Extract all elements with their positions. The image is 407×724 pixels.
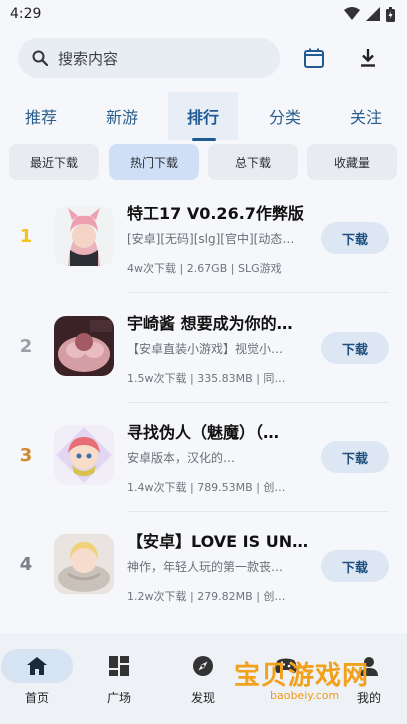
nav-label: 发现 [190, 691, 215, 705]
grid-icon [109, 656, 129, 676]
download-button[interactable]: 下载 [321, 332, 389, 364]
signal-icon [366, 7, 380, 21]
game-thumbnail [54, 425, 114, 485]
filter-recent-downloads[interactable]: 最近下载 [9, 144, 99, 180]
tab-new-games[interactable]: 新游 [87, 92, 157, 140]
nav-icon-wrap [1, 649, 73, 683]
game-description: 神作，年轻人玩的第一款丧… [127, 560, 284, 574]
wifi-icon [344, 7, 360, 20]
divider [127, 292, 389, 293]
game-thumbnail [54, 316, 114, 376]
tab-category[interactable]: 分类 [250, 92, 320, 140]
nav-label: 广场 [106, 691, 131, 705]
home-icon [27, 657, 47, 675]
download-button[interactable]: 下载 [321, 441, 389, 473]
download-button[interactable]: 下载 [321, 222, 389, 254]
tab-recommend[interactable]: 推荐 [6, 92, 76, 140]
game-title[interactable]: 特工17 V0.26.7作弊版 [127, 200, 312, 224]
calendar-icon [304, 48, 324, 68]
status-bar: 4:29 [0, 0, 407, 28]
download-manager-button[interactable] [356, 46, 380, 70]
search-icon [32, 50, 48, 66]
list-item[interactable]: 4 【安卓】LOVE IS UN… 神作，年轻人玩的第一款丧… 1.2w次下载 … [0, 512, 407, 622]
game-thumbnail [54, 206, 114, 266]
status-time: 4:29 [10, 6, 42, 22]
search-placeholder: 搜索内容 [58, 49, 119, 68]
tab-indicator [192, 138, 216, 141]
filter-bar: 最近下载 热门下载 总下载 收藏量 [0, 144, 407, 180]
watermark-text: 宝贝游戏网 [234, 661, 370, 691]
status-icons [344, 6, 395, 22]
battery-icon [386, 6, 395, 22]
game-meta: 1.5w次下载 | 335.83MB | 同… [127, 372, 286, 385]
rank-number: 3 [19, 445, 33, 466]
download-icon [361, 49, 375, 67]
filter-total-downloads[interactable]: 总下载 [208, 144, 298, 180]
nav-icon-wrap [83, 649, 155, 683]
list-item[interactable]: 2 宇崎酱 想要成为你的… 【安卓直装小游戏】视觉小… 1.5w次下载 | 33… [0, 294, 407, 404]
nav-label: 首页 [24, 691, 49, 705]
game-description: [安卓][无码][slg][官中][动态… [127, 232, 295, 246]
nav-icon-wrap [167, 649, 239, 683]
game-title[interactable]: 宇崎酱 想要成为你的… [127, 310, 312, 334]
game-description: 安卓版本，汉化的… [127, 451, 236, 465]
game-meta: 1.4w次下载 | 789.53MB | 创… [127, 481, 286, 494]
calendar-button[interactable] [302, 46, 326, 70]
tab-following[interactable]: 关注 [331, 92, 401, 140]
rank-number: 4 [19, 554, 33, 575]
game-title[interactable]: 寻找伪人（魅魔）（… [127, 419, 312, 443]
filter-favorites[interactable]: 收藏量 [307, 144, 397, 180]
filter-hot-downloads[interactable]: 热门下载 [109, 144, 199, 180]
rank-number: 2 [19, 336, 33, 357]
game-meta: 4w次下载 | 2.67GB | SLG游戏 [127, 262, 282, 275]
search-input[interactable]: 搜索内容 [18, 38, 280, 78]
nav-square[interactable]: 广场 [83, 633, 163, 724]
watermark-sub: baobeiy.com [270, 689, 340, 702]
game-meta: 1.2w次下载 | 279.82MB | 创… [127, 590, 286, 603]
game-thumbnail [54, 534, 114, 594]
rank-number: 1 [19, 226, 33, 247]
nav-home[interactable]: 首页 [1, 633, 81, 724]
list-item[interactable]: 3 寻找伪人（魅魔）（… 安卓版本，汉化的… 1.4w次下载 | 789.53M… [0, 403, 407, 513]
list-item[interactable]: 1 特工17 V0.26.7作弊版 [安卓][无码][slg][官中][动态… … [0, 184, 407, 294]
watermark-logo: 宝贝游戏网 baobeiy.com [232, 655, 382, 707]
game-title[interactable]: 【安卓】LOVE IS UN… [127, 528, 312, 552]
compass-icon [193, 656, 213, 676]
tab-ranking[interactable]: 排行 [168, 92, 238, 140]
game-description: 【安卓直装小游戏】视觉小… [127, 342, 284, 356]
search-row: 搜索内容 [0, 38, 407, 80]
download-button[interactable]: 下载 [321, 550, 389, 582]
tab-bar: 推荐 新游 排行 分类 关注 [0, 92, 407, 140]
